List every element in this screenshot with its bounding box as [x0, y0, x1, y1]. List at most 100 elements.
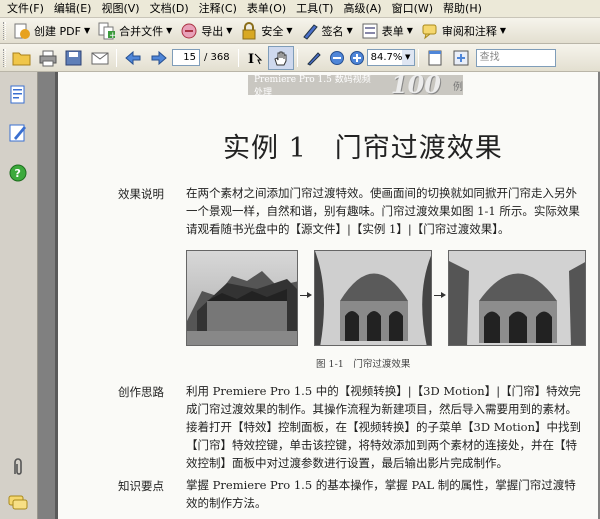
figure-caption: 图 1-1 门帘过渡效果 [316, 359, 411, 370]
label-effect: 效果说明 [118, 187, 164, 201]
paragraph-idea: 利用 Premiere Pro 1.5 中的【视频转换】|【3D Motion】… [186, 384, 582, 470]
zoom-value: 84.7% [370, 52, 403, 63]
help-panel-button[interactable]: ? [7, 162, 29, 184]
comment-icon [421, 22, 439, 40]
menu-edit[interactable]: 编辑(E) [49, 1, 97, 17]
menu-view[interactable]: 视图(V) [96, 1, 144, 17]
menu-bar: 文件(F) 编辑(E) 视图(V) 文档(D) 注释(C) 表单(O) 工具(T… [0, 0, 600, 18]
create-pdf-label: 创建 PDF [34, 24, 81, 38]
comments-panel-button[interactable] [7, 492, 29, 514]
menu-help[interactable]: 帮助(H) [438, 1, 487, 17]
save-button[interactable] [61, 46, 87, 70]
sign-label: 签名 [321, 24, 344, 38]
page-title: 实例 1 门帘过渡效果 [223, 133, 503, 164]
help-icon: ? [9, 164, 27, 182]
hand-tool-button[interactable] [267, 45, 294, 70]
disk-icon [65, 50, 82, 65]
forms-button[interactable]: 表单 ▼ [357, 20, 417, 42]
create-pdf-button[interactable]: 创建 PDF ▼ [9, 20, 94, 42]
tasks-toolbar: 创建 PDF ▼ + 合并文件 ▼ 导出 ▼ 安全 ▼ 签名 ▼ 表单 ▼ 审阅和注释 ▼ [0, 18, 600, 44]
running-header-number: 100 [390, 72, 441, 99]
menu-document[interactable]: 文档(D) [145, 1, 194, 17]
hand-icon [274, 51, 287, 65]
toolbar-separator [417, 48, 419, 67]
navigation-pane: ? [0, 72, 38, 519]
paperclip-icon [14, 458, 22, 475]
find-input[interactable]: 查找 [475, 48, 556, 67]
create-pdf-icon [13, 22, 31, 40]
pages-panel-button[interactable] [7, 84, 29, 106]
security-button[interactable]: 安全 ▼ [236, 20, 296, 42]
merge-files-button[interactable]: + 合并文件 ▼ [94, 20, 176, 42]
fit-page-button[interactable] [448, 46, 474, 70]
next-page-button[interactable] [146, 46, 172, 70]
dynamic-zoom-button[interactable] [301, 46, 327, 70]
toolbar-grip[interactable] [3, 21, 6, 40]
plus-circle-icon [349, 50, 364, 65]
svg-text:+: + [109, 31, 116, 40]
sign-button[interactable]: 签名 ▼ [297, 20, 357, 42]
fit-page-icon [453, 50, 469, 65]
single-page-button[interactable] [422, 46, 448, 70]
chevron-down-icon: ▼ [226, 26, 233, 35]
comment-bubble-icon [8, 495, 28, 510]
print-button[interactable] [35, 46, 61, 70]
minus-circle-icon [329, 50, 344, 65]
menu-window[interactable]: 窗口(W) [387, 1, 438, 17]
printer-icon [39, 50, 57, 66]
toolbar-grip[interactable] [3, 48, 6, 67]
zoom-out-button[interactable] [327, 46, 347, 70]
review-comment-label: 审阅和注释 [441, 24, 497, 38]
zoom-in-button[interactable] [347, 46, 367, 70]
document-viewport[interactable]: Premiere Pro 1.5 数码视频处理 100 例 实例 1 门帘过渡效… [38, 72, 600, 519]
form-icon [361, 22, 379, 40]
pages-icon [10, 85, 25, 104]
security-label: 安全 [261, 24, 284, 38]
svg-text:?: ? [15, 167, 21, 180]
select-tool-button[interactable]: I [242, 46, 268, 70]
menu-forms[interactable]: 表单(O) [242, 1, 291, 17]
label-knowledge: 知识要点 [118, 479, 164, 493]
left-arrow-icon [125, 50, 141, 65]
chevron-down-icon: ▼ [166, 26, 173, 35]
review-comment-button[interactable]: 审阅和注释 ▼ [417, 20, 510, 42]
paragraph-effect: 在两个素材之间添加门帘过渡特效。使画面间的切换就如同掀开门帘走入另外一个景观一样… [186, 186, 580, 236]
signature-pen-icon [9, 124, 26, 142]
forms-label: 表单 [381, 24, 404, 38]
menu-advanced[interactable]: 高级(A) [338, 1, 386, 17]
svg-text:I: I [248, 52, 254, 67]
pen-tool-icon [306, 51, 321, 66]
text-select-icon: I [248, 52, 262, 67]
menu-file[interactable]: 文件(F) [2, 1, 49, 17]
signatures-panel-button[interactable] [7, 122, 29, 144]
label-idea: 创作思路 [118, 385, 164, 399]
pen-icon [301, 22, 319, 40]
merge-files-icon: + [98, 22, 117, 41]
chevron-down-icon: ▼ [401, 50, 414, 65]
right-arrow-icon [151, 50, 167, 65]
zoom-select[interactable]: 84.7% ▼ [366, 49, 415, 66]
toolbar-separator [237, 48, 239, 67]
export-button[interactable]: 导出 ▼ [176, 20, 236, 42]
figure-image-3 [448, 250, 586, 346]
lock-icon [240, 21, 258, 40]
previous-page-button[interactable] [120, 46, 146, 70]
paragraph-knowledge: 掌握 Premiere Pro 1.5 的基本操作，掌握 PAL 制的属性，掌握… [186, 478, 576, 510]
open-button[interactable] [9, 46, 35, 70]
page-number-input[interactable]: 15 [172, 49, 200, 66]
arrow-icon [434, 292, 446, 298]
attachments-panel-button[interactable] [7, 456, 29, 478]
export-label: 导出 [201, 24, 224, 38]
chevron-down-icon: ▼ [346, 26, 353, 35]
figure-image-1 [186, 250, 298, 346]
menu-comments[interactable]: 注释(C) [194, 1, 242, 17]
page-view-icon [428, 50, 442, 65]
running-header: Premiere Pro 1.5 数码视频处理 100 例 [248, 72, 463, 99]
menu-tools[interactable]: 工具(T) [291, 1, 338, 17]
figure-image-2 [314, 250, 432, 346]
chevron-down-icon: ▼ [83, 26, 91, 35]
envelope-icon [91, 52, 109, 64]
folder-icon [12, 52, 31, 65]
email-button[interactable] [87, 46, 113, 70]
running-header-text: Premiere Pro 1.5 数码视频处理 [254, 75, 371, 98]
